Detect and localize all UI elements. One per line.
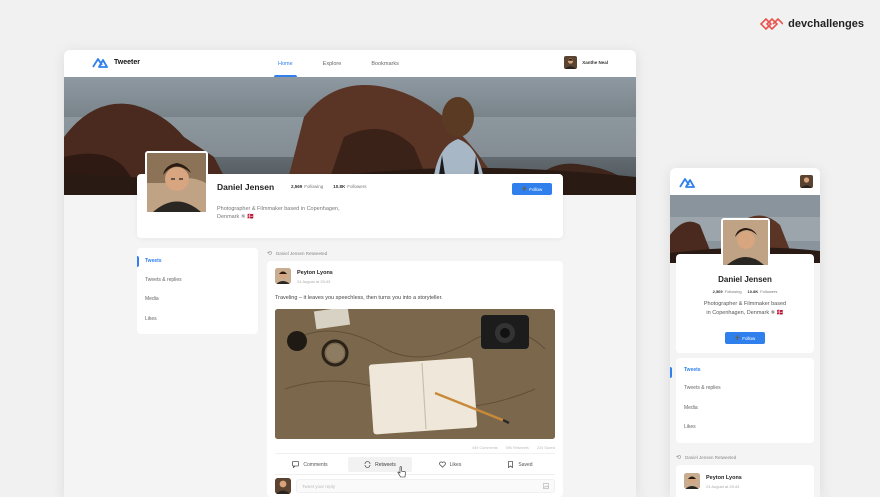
- add-user-icon: ➕: [521, 186, 528, 191]
- devchallenges-brand: devchallenges: [759, 18, 864, 30]
- profile-name: Daniel Jensen: [217, 182, 275, 192]
- divider-top: [275, 453, 555, 454]
- mobile-tweet-date: 24 August at 20:43: [706, 484, 740, 489]
- brand-name: devchallenges: [788, 18, 864, 30]
- follow-button[interactable]: ➕ Follow: [512, 183, 552, 195]
- mobile-profile-bio: Photographer & Filmmaker based in Copenh…: [703, 301, 787, 316]
- mobile-add-user-icon: ➕: [734, 335, 741, 340]
- mobile-tweet-author-photo: [684, 473, 700, 489]
- mobile-topbar: [670, 168, 820, 195]
- save-button[interactable]: Saved: [488, 457, 552, 472]
- reply-placeholder: Tweet your reply: [302, 483, 336, 489]
- tweet-actions: Comments Retweets Likes Saved: [275, 457, 555, 472]
- tweet-author-name[interactable]: Peyton Lyons: [297, 270, 333, 276]
- mobile-following-stat[interactable]: 2,569 Following: [713, 289, 742, 294]
- filter-tweets-replies[interactable]: Tweets & replies: [145, 277, 182, 283]
- mobile-followers-stat[interactable]: 10.8K Followers: [748, 289, 778, 294]
- comments-count: 449 Comments: [472, 446, 498, 450]
- tweet-author-avatar[interactable]: [275, 268, 291, 284]
- heart-icon: [438, 461, 446, 468]
- mobile-profile-stats: 2,569 Following 10.8K Followers: [670, 289, 820, 294]
- devchallenges-logo-icon: [760, 18, 784, 30]
- main-nav: Home Explore Bookmarks: [274, 50, 403, 77]
- mobile-profile-avatar: [721, 218, 770, 267]
- followers-stat[interactable]: 10.8K Followers: [333, 184, 366, 189]
- filter-tweets[interactable]: Tweets: [145, 258, 162, 264]
- profile-avatar: [145, 151, 208, 214]
- user-avatar: [564, 56, 578, 69]
- tweet-photo: [275, 309, 555, 439]
- nav-home[interactable]: Home: [274, 50, 297, 77]
- tweet-image: [275, 309, 555, 439]
- tweet-date: 24 August at 20:43: [297, 279, 331, 284]
- mobile-filter-tweets-replies[interactable]: Tweets & replies: [684, 385, 721, 391]
- image-icon[interactable]: [543, 483, 549, 489]
- mobile-filter-likes[interactable]: Likes: [684, 424, 696, 430]
- comment-button[interactable]: Comments: [278, 457, 342, 472]
- mobile-profile-name: Daniel Jensen: [718, 275, 772, 284]
- following-stat[interactable]: 2,569 Following: [291, 184, 323, 189]
- reply-avatar-photo: [275, 478, 291, 494]
- mobile-logo-icon[interactable]: [679, 177, 695, 188]
- mobile-filter-tweets[interactable]: Tweets: [684, 367, 701, 373]
- retweet-icon: ⟲: [267, 251, 273, 257]
- mobile-retweet-note: ⟲ Daniel Jensen Retweeted: [676, 455, 737, 461]
- reply-input[interactable]: Tweet your reply: [296, 479, 555, 493]
- nav-explore[interactable]: Explore: [319, 50, 346, 77]
- mobile-tweet-author-name[interactable]: Peyton Lyons: [706, 475, 742, 481]
- reply-user-avatar: [275, 478, 291, 494]
- tweet-text: Traveling – it leaves you speechless, th…: [275, 295, 443, 301]
- retweet-note: ⟲ Daniel Jensen Retweeted: [267, 251, 328, 257]
- comment-icon: [292, 461, 300, 468]
- mobile-active-filter-indicator: [670, 367, 672, 378]
- tweeter-logo-icon: [92, 58, 108, 68]
- like-button[interactable]: Likes: [418, 457, 482, 472]
- filter-likes[interactable]: Likes: [145, 316, 157, 322]
- divider-bottom: [275, 474, 555, 475]
- tweet-filter-card: Tweets Tweets & replies Media Likes: [137, 248, 258, 334]
- user-menu[interactable]: Xanthe Neal: [564, 56, 608, 69]
- mobile-tweet-author-avatar[interactable]: [684, 473, 700, 489]
- nav-bookmarks[interactable]: Bookmarks: [367, 50, 403, 77]
- mobile-user-avatar[interactable]: [800, 175, 813, 188]
- mobile-follow-button[interactable]: ➕ Follow: [725, 332, 765, 344]
- user-name: Xanthe Neal: [582, 60, 608, 65]
- app-logo[interactable]: Tweeter: [92, 57, 140, 68]
- top-navbar: Tweeter Home Explore Bookmarks Xanthe Ne…: [64, 50, 636, 77]
- profile-bio: Photographer & Filmmaker based in Copenh…: [217, 206, 340, 221]
- retweets-count: 59k Retweets: [505, 446, 529, 450]
- bookmark-icon: [508, 461, 514, 468]
- cursor-hand-icon: [397, 466, 406, 478]
- tweet-author-photo: [275, 268, 291, 284]
- profile-avatar-photo: [147, 153, 206, 212]
- mobile-retweet-icon: ⟲: [676, 455, 682, 461]
- mobile-filter-media[interactable]: Media: [684, 405, 698, 411]
- active-filter-indicator: [137, 256, 139, 267]
- tweet-stats: 449 Comments 59k Retweets 234 Saved: [472, 446, 555, 450]
- mobile-profile-photo: [723, 220, 768, 265]
- retweet-icon: [364, 461, 371, 468]
- mobile-window: Daniel Jensen 2,569 Following 10.8K Follow…: [670, 168, 820, 497]
- app-name: Tweeter: [114, 59, 140, 66]
- saved-count: 234 Saved: [536, 446, 555, 450]
- profile-stats: 2,569 Following 10.8K Followers: [291, 184, 367, 189]
- filter-media[interactable]: Media: [145, 296, 159, 302]
